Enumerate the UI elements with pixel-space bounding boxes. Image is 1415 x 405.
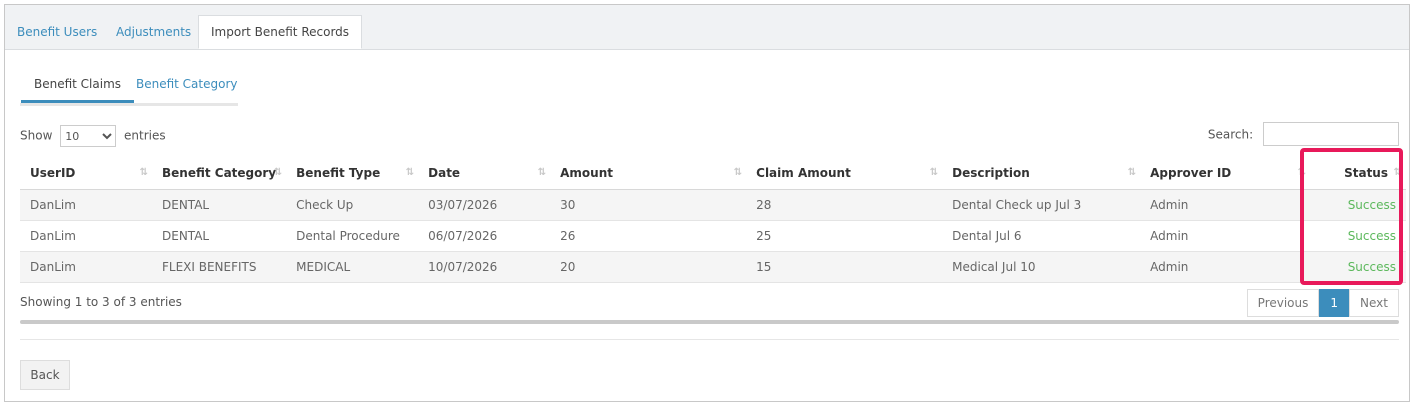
claims-table: UserID ⇅ Benefit Category ⇅ Benefit Type ⇅ … — [20, 157, 1406, 283]
cell-benefit-category: DENTAL — [152, 189, 287, 221]
cell-description: Dental Check up Jul 3 — [942, 189, 1141, 221]
search-control: Search: — [1208, 122, 1399, 146]
cell-benefit-type: MEDICAL — [286, 251, 419, 283]
col-header-amount[interactable]: Amount ⇅ — [550, 157, 747, 190]
col-header-benefit-type[interactable]: Benefit Type ⇅ — [286, 157, 419, 190]
top-tab-bar: Benefit Users Adjustments Import Benefit… — [5, 5, 1409, 50]
tab-benefit-users[interactable]: Benefit Users — [5, 15, 109, 49]
horizontal-scrollbar[interactable] — [20, 320, 1399, 324]
cell-benefit-category: FLEXI BENEFITS — [152, 251, 287, 283]
cell-userid: DanLim — [20, 220, 152, 252]
cell-date: 06/07/2026 — [418, 220, 551, 252]
cell-date: 10/07/2026 — [418, 251, 551, 283]
cell-benefit-type: Dental Procedure — [286, 220, 419, 252]
cell-claim-amount: 15 — [746, 251, 943, 283]
sort-icon: ⇅ — [1393, 167, 1403, 178]
sort-icon: ⇅ — [733, 167, 743, 178]
previous-button[interactable]: Previous — [1246, 289, 1320, 317]
sort-icon: ⇅ — [537, 167, 547, 178]
next-button[interactable]: Next — [1349, 289, 1399, 317]
cell-amount: 26 — [550, 220, 747, 252]
tab-adjustments[interactable]: Adjustments — [104, 15, 203, 49]
cell-claim-amount: 28 — [746, 189, 943, 221]
entries-label: entries — [124, 128, 166, 143]
cell-status: Success — [1310, 251, 1406, 283]
cell-status: Success — [1310, 220, 1406, 252]
cell-benefit-category: DENTAL — [152, 220, 287, 252]
sort-icon: ⇅ — [273, 167, 283, 178]
col-header-date[interactable]: Date ⇅ — [418, 157, 551, 190]
cell-description: Medical Jul 10 — [942, 251, 1141, 283]
col-header-status[interactable]: Status ⇅ — [1310, 157, 1406, 190]
cell-amount: 30 — [550, 189, 747, 221]
divider — [20, 339, 1399, 340]
page-1-button[interactable]: 1 — [1319, 289, 1350, 317]
cell-benefit-type: Check Up — [286, 189, 419, 221]
col-header-benefit-category[interactable]: Benefit Category ⇅ — [152, 157, 287, 190]
table-row: DanLim DENTAL Check Up 03/07/2026 30 28 … — [20, 189, 1406, 221]
search-label: Search: — [1207, 127, 1254, 142]
entries-select[interactable]: 10 — [60, 125, 117, 147]
subtab-benefit-category[interactable]: Benefit Category — [136, 77, 238, 91]
cell-userid: DanLim — [20, 189, 152, 221]
table-info: Showing 1 to 3 of 3 entries — [20, 295, 182, 309]
col-header-approver-id[interactable]: Approver ID ⇅ — [1140, 157, 1311, 190]
tab-import-benefit-records[interactable]: Import Benefit Records — [198, 15, 363, 49]
subtab-benefit-claims[interactable]: Benefit Claims — [20, 77, 135, 103]
sub-tab-bar: Benefit Claims Benefit Category — [20, 73, 238, 106]
search-input[interactable] — [1263, 122, 1399, 146]
sort-icon: ⇅ — [1127, 167, 1137, 178]
page-frame: Benefit Users Adjustments Import Benefit… — [4, 4, 1410, 402]
sort-icon: ⇅ — [929, 167, 939, 178]
back-button[interactable]: Back — [20, 360, 70, 390]
col-header-description[interactable]: Description ⇅ — [942, 157, 1141, 190]
table-header-row: UserID ⇅ Benefit Category ⇅ Benefit Type ⇅ … — [20, 157, 1406, 190]
cell-userid: DanLim — [20, 251, 152, 283]
sort-asc-icon: ⇅ — [139, 167, 149, 178]
cell-amount: 20 — [550, 251, 747, 283]
cell-approver-id: Admin — [1140, 189, 1311, 221]
cell-status: Success — [1310, 189, 1406, 221]
sort-icon: ⇅ — [405, 167, 415, 178]
pagination: Previous 1 Next — [1246, 289, 1399, 317]
cell-approver-id: Admin — [1140, 220, 1311, 252]
cell-date: 03/07/2026 — [418, 189, 551, 221]
show-label: Show — [20, 128, 53, 143]
entries-length-control: Show 10 entries — [20, 125, 166, 147]
sort-icon: ⇅ — [1297, 167, 1307, 178]
cell-approver-id: Admin — [1140, 251, 1311, 283]
table-row: DanLim DENTAL Dental Procedure 06/07/202… — [20, 220, 1406, 252]
col-header-userid[interactable]: UserID ⇅ — [20, 157, 152, 190]
col-header-claim-amount[interactable]: Claim Amount ⇅ — [746, 157, 943, 190]
table-row: DanLim FLEXI BENEFITS MEDICAL 10/07/2026… — [20, 251, 1406, 283]
cell-claim-amount: 25 — [746, 220, 943, 252]
cell-description: Dental Jul 6 — [942, 220, 1141, 252]
